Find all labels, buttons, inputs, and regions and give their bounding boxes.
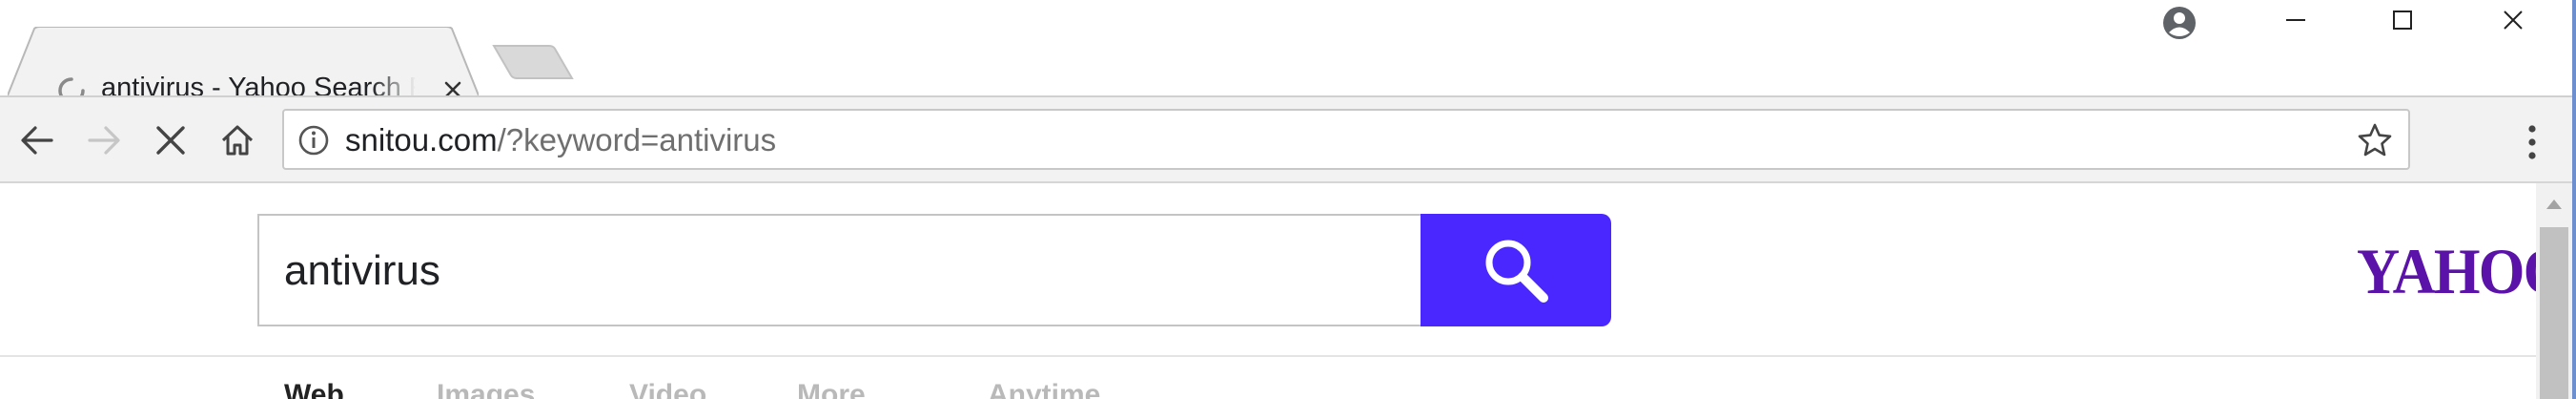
address-bar[interactable]: snitou.com/?keyword=antivirus xyxy=(282,109,2410,170)
window-close-button[interactable] xyxy=(2460,0,2566,40)
tab-strip: antivirus - Yahoo Search Results xyxy=(0,0,2576,104)
search-icon xyxy=(1485,240,1548,303)
info-icon[interactable] xyxy=(297,124,330,157)
yahoo-logo[interactable]: YAHOO! xyxy=(2357,235,2536,307)
more-vertical-icon xyxy=(2528,125,2536,159)
arrow-right-icon xyxy=(88,126,120,155)
minimize-button[interactable] xyxy=(2242,0,2349,40)
new-tab-icon[interactable] xyxy=(492,42,574,82)
search-input[interactable]: antivirus xyxy=(257,214,1422,326)
tab-more[interactable]: More xyxy=(797,376,866,399)
close-icon xyxy=(2504,10,2523,30)
header-divider xyxy=(0,355,2536,357)
browser-menu-button[interactable] xyxy=(2513,118,2551,166)
scroll-up-button[interactable] xyxy=(2536,183,2572,225)
back-button[interactable] xyxy=(13,116,61,164)
url-path: /?keyword=antivirus xyxy=(497,122,777,158)
profile-icon[interactable] xyxy=(2160,4,2198,42)
maximize-icon xyxy=(2393,10,2412,30)
url-text[interactable]: snitou.com/?keyword=antivirus xyxy=(345,120,776,160)
browser-toolbar: snitou.com/?keyword=antivirus xyxy=(0,95,2576,183)
star-icon[interactable] xyxy=(2357,122,2393,158)
tab-images[interactable]: Images xyxy=(437,376,535,399)
triangle-up-icon xyxy=(2546,200,2562,209)
window-border xyxy=(2572,0,2576,399)
scrollbar-thumb[interactable] xyxy=(2540,227,2568,399)
home-button[interactable] xyxy=(214,116,261,164)
tab-anytime[interactable]: Anytime xyxy=(988,376,1100,399)
tab-web[interactable]: Web xyxy=(284,376,344,399)
stop-loading-icon xyxy=(156,126,185,155)
forward-button[interactable] xyxy=(80,116,128,164)
search-button[interactable] xyxy=(1421,214,1611,326)
page-viewport: antivirus YAHOO! Web Images Video More A… xyxy=(0,183,2536,399)
stop-button[interactable] xyxy=(147,116,194,164)
search-query: antivirus xyxy=(284,247,440,294)
minimize-icon xyxy=(2286,19,2305,21)
page-scrollbar[interactable] xyxy=(2536,183,2572,399)
browser-tab[interactable]: antivirus - Yahoo Search Results xyxy=(8,27,479,104)
maximize-button[interactable] xyxy=(2349,0,2456,40)
search-verticals: Web Images Video More Anytime xyxy=(0,376,2536,399)
tab-video[interactable]: Video xyxy=(629,376,706,399)
home-icon xyxy=(221,125,254,156)
arrow-left-icon xyxy=(21,126,53,155)
url-host: snitou.com xyxy=(345,122,498,158)
